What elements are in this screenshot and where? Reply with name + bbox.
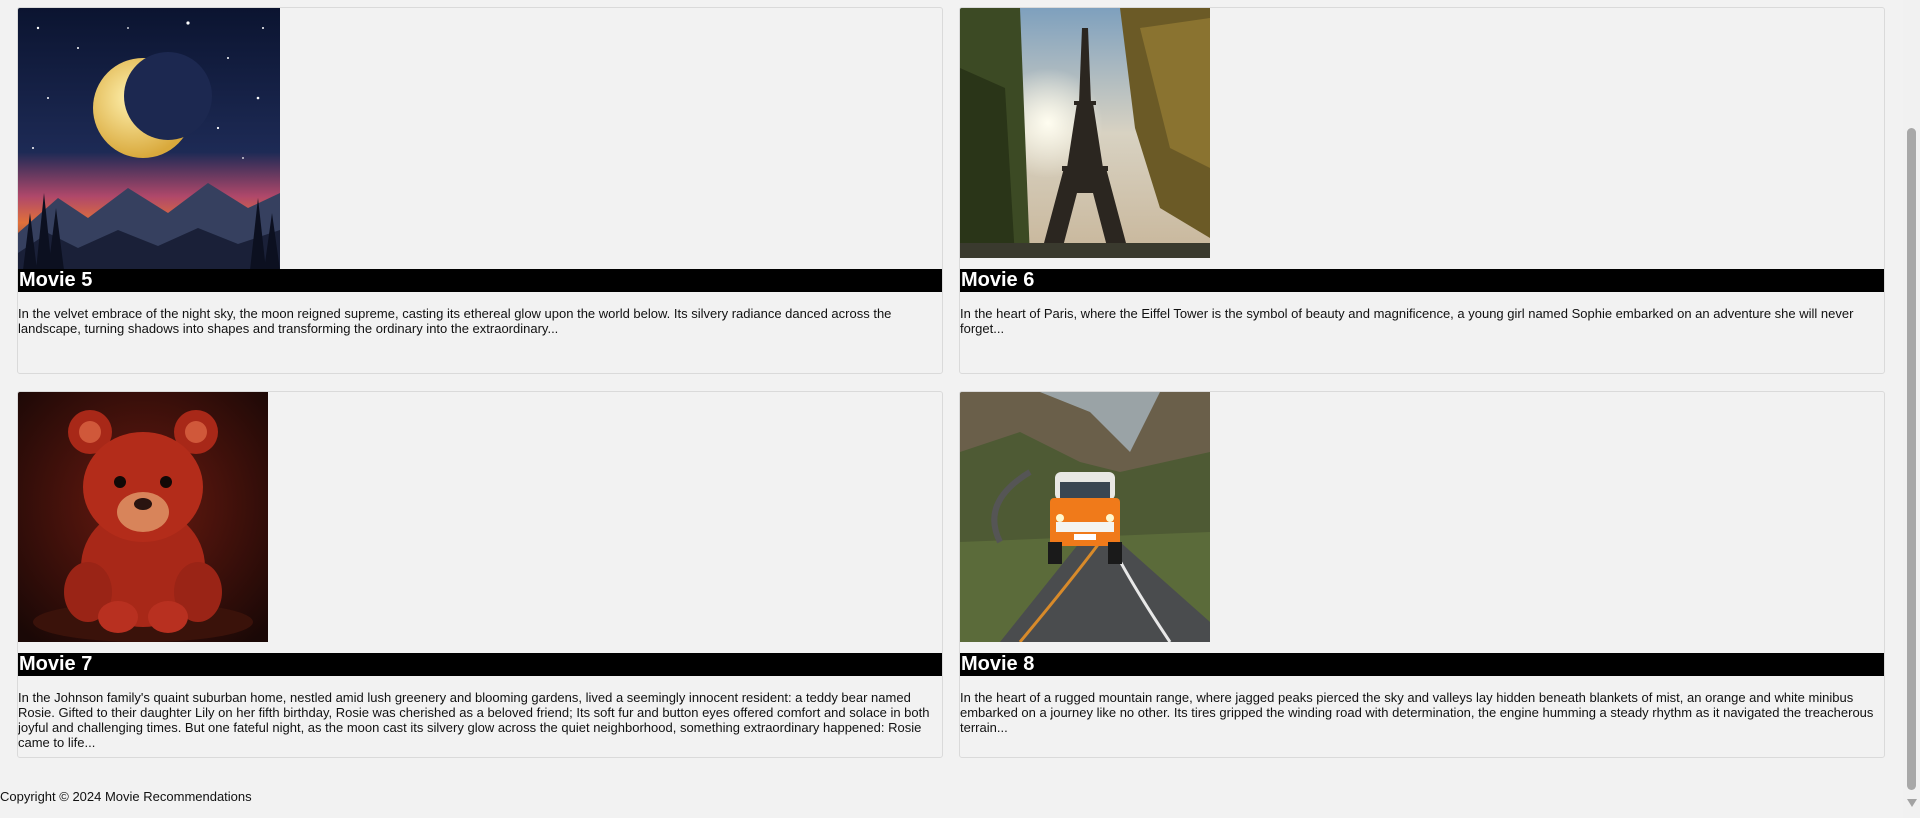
minibus-image bbox=[960, 392, 1210, 642]
movie-card[interactable]: Movie 7 In the Johnson family's quaint s… bbox=[17, 391, 943, 758]
eiffel-tower-image bbox=[960, 8, 1210, 258]
movie-description: In the heart of Paris, where the Eiffel … bbox=[960, 306, 1854, 336]
teddy-bear-image bbox=[18, 392, 268, 642]
scroll-down-arrow-icon[interactable] bbox=[1907, 799, 1917, 807]
movie-card[interactable]: Movie 5 In the velvet embrace of the nig… bbox=[17, 7, 943, 374]
movie-title: Movie 6 bbox=[960, 269, 1884, 292]
page: Movie 5 In the velvet embrace of the nig… bbox=[0, 0, 1920, 818]
movie-poster-image[interactable] bbox=[960, 8, 1210, 258]
movie-card[interactable]: Movie 8 In the heart of a rugged mountai… bbox=[959, 391, 1885, 758]
scrollbar-thumb[interactable] bbox=[1907, 128, 1916, 790]
copyright-footer: Copyright © 2024 Movie Recommendations bbox=[0, 789, 252, 804]
movie-poster-image[interactable] bbox=[18, 392, 268, 642]
vertical-scrollbar[interactable] bbox=[1903, 0, 1920, 818]
movie-description: In the heart of a rugged mountain range,… bbox=[960, 690, 1874, 735]
movie-poster-image[interactable] bbox=[18, 8, 280, 270]
movie-description: In the velvet embrace of the night sky, … bbox=[18, 306, 892, 336]
crescent-moon-image bbox=[18, 8, 280, 270]
movie-grid: Movie 5 In the velvet embrace of the nig… bbox=[17, 7, 1885, 758]
movie-title: Movie 8 bbox=[960, 653, 1884, 676]
movie-title: Movie 7 bbox=[18, 653, 942, 676]
movie-poster-image[interactable] bbox=[960, 392, 1210, 642]
movie-card[interactable]: Movie 6 In the heart of Paris, where the… bbox=[959, 7, 1885, 374]
movie-description: In the Johnson family's quaint suburban … bbox=[18, 690, 930, 750]
movie-title: Movie 5 bbox=[18, 269, 942, 292]
